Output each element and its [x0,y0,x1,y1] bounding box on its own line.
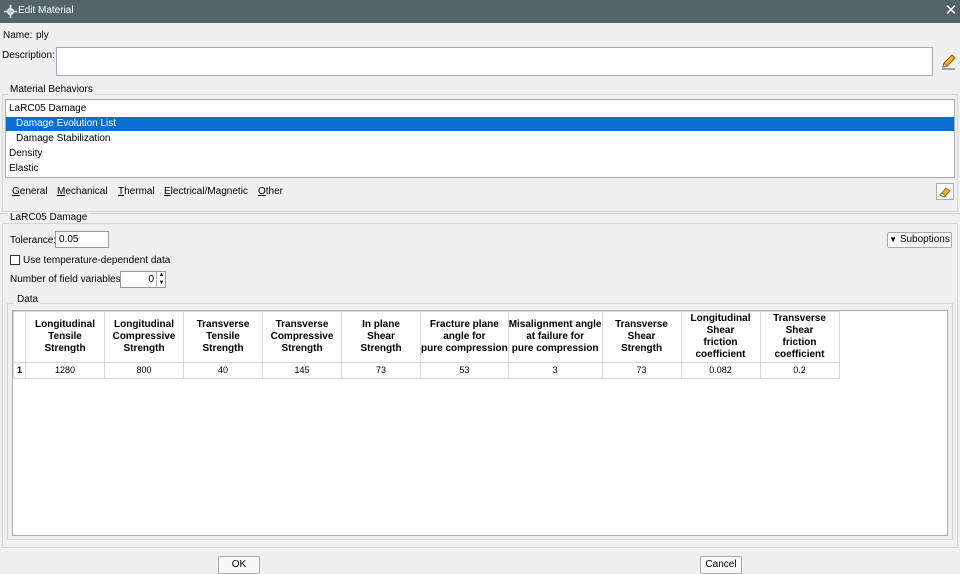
temp-dependent-label: Use temperature-dependent data [23,255,171,266]
menu-label: ther [265,186,284,197]
column-header[interactable]: Longitudinal Tensile Strength [25,311,105,363]
column-header[interactable]: Transverse Shear friction coefficient [759,311,840,363]
field-vars-spinner[interactable]: 0 ▲ ▼ [120,271,166,288]
menu-label: eneral [19,186,48,197]
column-header[interactable]: Misalignment angle at failure for pure com… [507,311,603,363]
table-cell[interactable]: 40 [183,362,263,379]
spinner-up-icon[interactable]: ▲ [156,272,166,279]
column-header[interactable]: Longitudinal Shear friction coefficient [680,311,761,363]
ok-button[interactable]: OK [218,556,260,574]
column-header[interactable]: Fracture plane angle for pure compression [420,311,509,363]
menu-label: lectrical/Magnetic [170,186,248,197]
pencil-icon[interactable] [940,53,957,70]
menu-electrical-magnetic[interactable]: Electrical/Magnetic [164,186,248,197]
suboptions-button[interactable]: ▼ Suboptions [887,232,952,248]
menu-mechanical[interactable]: Mechanical [57,186,108,197]
section-title: LaRC05 Damage [8,212,90,223]
table-cell[interactable]: 3 [507,362,603,379]
name-value: ply [36,30,49,41]
data-grid: Longitudinal Tensile Strength Longitudinal… [13,311,840,379]
data-table[interactable]: Longitudinal Tensile Strength Longitudinal… [12,310,948,536]
menu-thermal[interactable]: Thermal [118,186,155,197]
menu-label: hermal [124,186,155,197]
close-icon[interactable]: ✕ [944,3,958,19]
column-header[interactable]: Longitudinal Compressive Strength [104,311,184,363]
suboptions-label: Suboptions [899,234,950,245]
row-number[interactable]: 1 [13,362,26,379]
table-cell[interactable]: 800 [104,362,184,379]
table-cell[interactable]: 0.082 [680,362,761,379]
table-cell[interactable]: 73 [341,362,421,379]
menu-label: echanical [65,186,108,197]
tolerance-input[interactable]: 0.05 [55,231,109,248]
edit-behavior-button[interactable] [936,183,954,200]
menu-other[interactable]: Other [258,186,283,197]
column-header[interactable]: In plane Shear Strength [341,311,421,363]
behavior-item-elastic[interactable]: Elastic [6,162,954,176]
table-cell[interactable]: 145 [262,362,342,379]
field-vars-value: 0 [148,274,154,285]
table-cell[interactable]: 53 [420,362,509,379]
title-bar: Edit Material ✕ [0,0,960,23]
temp-dependent-checkbox[interactable] [10,255,20,265]
window-title: Edit Material [18,5,74,16]
behavior-item-damage-stabilization[interactable]: Damage Stabilization [6,132,954,146]
behavior-item-larc05-damage[interactable]: LaRC05 Damage [6,102,954,116]
corner-header [13,311,26,363]
column-header[interactable]: Transverse Compressive Strength [262,311,342,363]
table-row: 1 1280 800 40 145 73 53 3 73 0.082 0.2 [13,362,840,379]
menu-mnemonic: O [258,186,266,197]
menu-mnemonic: E [164,186,171,197]
behavior-item-density[interactable]: Density [6,147,954,161]
menu-general[interactable]: General [12,186,48,197]
field-vars-label: Number of field variables: [10,274,124,285]
menu-mnemonic: G [12,186,20,197]
name-label: Name: [3,30,33,41]
column-header[interactable]: Transverse Shear Strength [601,311,682,363]
description-label: Description: [2,50,55,61]
column-header[interactable]: Transverse Tensile Strength [183,311,263,363]
spinner-down-icon[interactable]: ▼ [156,280,166,287]
table-cell[interactable]: 73 [601,362,682,379]
eraser-icon [939,187,951,198]
separator [0,213,960,214]
description-field[interactable] [56,47,933,76]
tolerance-label: Tolerance: [10,235,57,246]
cancel-button[interactable]: Cancel [700,556,742,574]
table-cell[interactable]: 0.2 [759,362,840,379]
chevron-down-icon: ▼ [889,235,898,244]
abaqus-app-icon [4,5,17,18]
behavior-item-damage-evolution-list[interactable]: Damage Evolution List [6,117,954,131]
behaviors-list[interactable]: LaRC05 Damage Damage Evolution List Dama… [5,99,955,178]
behaviors-title: Material Behaviors [8,84,95,95]
data-title: Data [15,294,41,305]
table-cell[interactable]: 1280 [25,362,105,379]
